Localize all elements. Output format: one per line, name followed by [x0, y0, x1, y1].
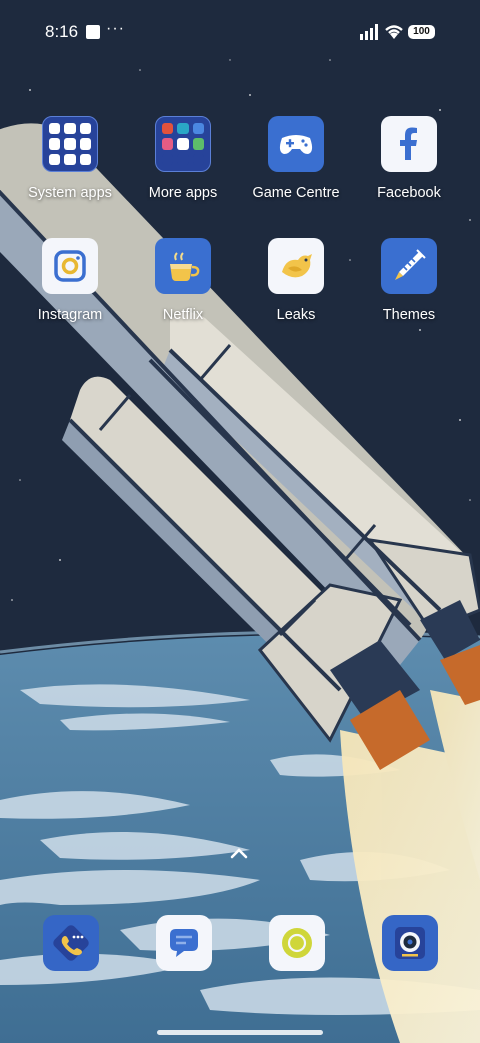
instagram-icon	[42, 238, 98, 294]
app-label: Leaks	[276, 307, 316, 323]
status-bar: 8:16 ··· 100	[0, 0, 480, 64]
app-label: Facebook	[377, 185, 441, 201]
phone-icon	[53, 925, 89, 961]
facebook-app[interactable]: Facebook	[354, 116, 464, 201]
rocket-icon	[381, 238, 437, 294]
app-label: More apps	[148, 185, 218, 201]
app-label: System apps	[28, 185, 112, 201]
more-notifications-icon: ···	[106, 20, 125, 37]
messages-app[interactable]	[156, 915, 212, 971]
facebook-icon	[381, 116, 437, 172]
themes-app[interactable]: Themes	[354, 238, 464, 323]
home-gesture-bar[interactable]	[157, 1030, 323, 1035]
netflix-app[interactable]: Netflix	[128, 238, 238, 323]
phone-app[interactable]	[43, 915, 99, 971]
folder-icon	[155, 116, 211, 172]
notification-square-icon	[86, 25, 100, 39]
more-apps-folder[interactable]: More apps	[128, 116, 238, 201]
cellular-signal-icon	[360, 24, 378, 40]
bird-icon	[268, 238, 324, 294]
camera-app[interactable]	[382, 915, 438, 971]
app-label: Themes	[382, 307, 436, 323]
coffee-cup-icon	[155, 238, 211, 294]
gamepad-icon	[268, 116, 324, 172]
system-apps-folder[interactable]: System apps	[15, 116, 125, 201]
battery-indicator: 100	[408, 25, 435, 39]
clock: 8:16	[45, 22, 79, 41]
game-centre-app[interactable]: Game Centre	[241, 116, 351, 201]
chevron-up-icon[interactable]	[229, 846, 249, 860]
app-label: Instagram	[37, 307, 103, 323]
camera-icon	[395, 927, 425, 959]
circle-app[interactable]	[269, 915, 325, 971]
messages-icon	[170, 929, 198, 957]
folder-icon	[42, 116, 98, 172]
instagram-app[interactable]: Instagram	[15, 238, 125, 323]
circle-app-icon	[282, 928, 312, 958]
app-label: Netflix	[162, 307, 204, 323]
leaks-app[interactable]: Leaks	[241, 238, 351, 323]
wifi-icon	[385, 25, 403, 39]
app-label: Game Centre	[252, 185, 340, 201]
